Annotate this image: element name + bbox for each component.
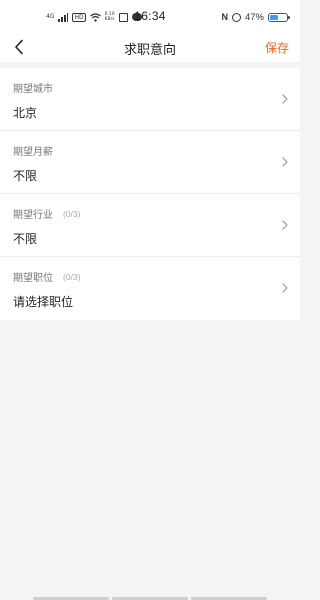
battery-percent: 47% — [244, 11, 264, 23]
alarm-icon — [231, 12, 241, 22]
row-label: 期望城市 — [13, 80, 53, 95]
row-label: 期望月薪 — [13, 143, 53, 158]
status-right-icons: N 47% — [221, 10, 290, 24]
chevron-right-icon — [280, 155, 290, 169]
nav-bar: 求职意向 保存 — [0, 32, 300, 62]
row-label-text: 期望月薪 — [13, 147, 53, 158]
chevron-right-icon — [280, 92, 290, 106]
row-value: 请选择职位 — [13, 295, 74, 309]
row-label: 期望职位 (0/3) — [13, 269, 81, 285]
save-button[interactable]: 保存 — [265, 39, 289, 56]
row-expected-salary[interactable]: 期望月薪 不限 — [0, 131, 300, 194]
nfc-icon: N — [221, 12, 228, 22]
row-label-text: 期望行业 — [13, 210, 53, 221]
row-value: 不限 — [13, 169, 38, 183]
row-label: 期望行业 (0/3) — [13, 206, 81, 222]
battery-icon — [268, 12, 290, 22]
page-title: 求职意向 — [123, 43, 176, 58]
battery-fill — [270, 14, 278, 20]
row-expected-city[interactable]: 期望城市 北京 — [0, 68, 300, 131]
row-expected-position[interactable]: 期望职位 (0/3) 请选择职位 — [0, 257, 300, 320]
row-label-text: 期望城市 — [13, 84, 53, 95]
row-value: 不限 — [13, 232, 38, 246]
chevron-right-icon — [280, 281, 290, 295]
job-preference-list: 期望城市 北京 期望月薪 不限 期望行业 (0/3) 不限 期望职位 (0/3)… — [0, 68, 300, 320]
selection-count: (0/3) — [63, 208, 81, 219]
row-expected-industry[interactable]: 期望行业 (0/3) 不限 — [0, 194, 300, 257]
row-value: 北京 — [13, 106, 38, 120]
chevron-right-icon — [280, 218, 290, 232]
selection-count: (0/3) — [63, 271, 81, 282]
status-bar: 4G HD 0.10 KB/s 16:34 N 47% — [0, 0, 300, 32]
row-label-text: 期望职位 — [13, 273, 53, 284]
